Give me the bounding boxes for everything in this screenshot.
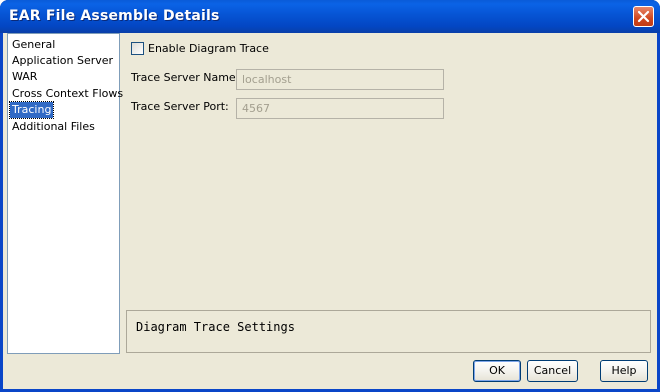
sidebar-item-tracing[interactable]: Tracing: [8, 101, 55, 119]
ok-button[interactable]: OK: [473, 360, 521, 382]
dialog-window: EAR File Assemble Details General Applic…: [0, 0, 660, 392]
description-panel: Diagram Trace Settings: [126, 310, 651, 353]
enable-diagram-trace-label[interactable]: Enable Diagram Trace: [148, 42, 269, 55]
help-button[interactable]: Help: [600, 360, 648, 382]
title-bar[interactable]: EAR File Assemble Details: [0, 0, 660, 33]
dialog-body: General Application Server WAR Cross Con…: [3, 33, 657, 389]
cancel-button[interactable]: Cancel: [527, 360, 578, 382]
description-text: Diagram Trace Settings: [136, 320, 295, 334]
trace-server-name-label: Trace Server Name:: [131, 71, 240, 84]
close-icon: [637, 10, 650, 23]
enable-diagram-trace-checkbox[interactable]: [131, 42, 144, 55]
trace-server-port-label: Trace Server Port:: [131, 100, 229, 113]
sidebar-item-war[interactable]: WAR: [10, 69, 39, 85]
sidebar-item-cross-context-flows[interactable]: Cross Context Flows: [10, 86, 125, 102]
trace-server-name-field[interactable]: localhost: [236, 69, 444, 90]
sidebar-item-additional-files[interactable]: Additional Files: [10, 119, 97, 135]
trace-server-port-field[interactable]: 4567: [236, 98, 444, 119]
sidebar-item-general[interactable]: General: [10, 37, 57, 53]
category-list[interactable]: General Application Server WAR Cross Con…: [7, 33, 123, 354]
close-button[interactable]: [633, 6, 654, 27]
sidebar-item-application-server[interactable]: Application Server: [10, 53, 115, 69]
window-title: EAR File Assemble Details: [9, 8, 220, 24]
